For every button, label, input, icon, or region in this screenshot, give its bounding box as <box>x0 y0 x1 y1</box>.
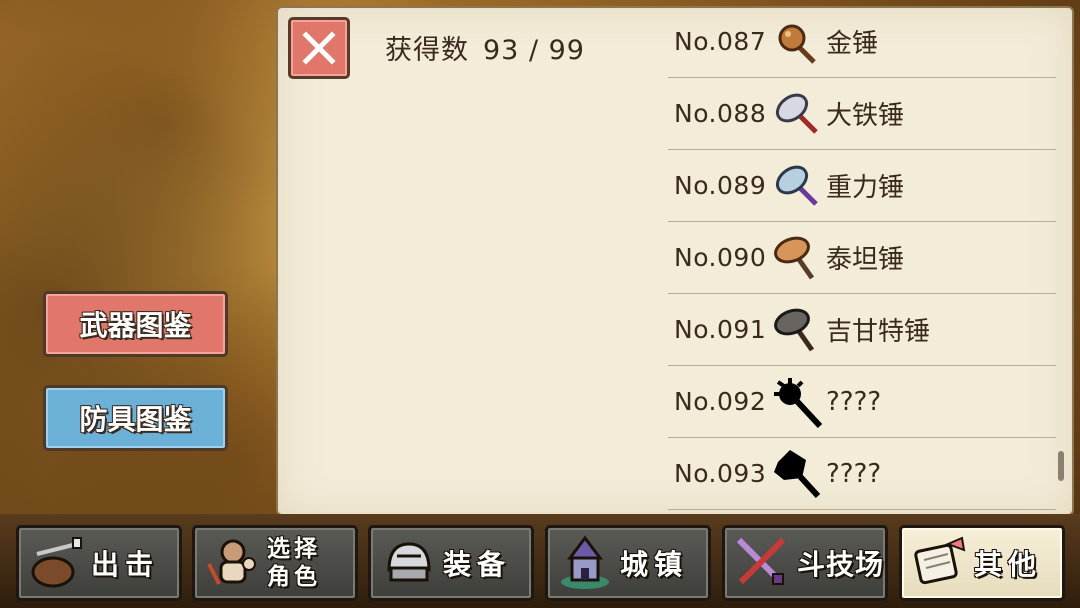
entry-number: No.088 <box>674 99 767 128</box>
list-item[interactable]: No.091 吉甘特锤 <box>668 294 1056 366</box>
entry-name: ???? <box>826 386 882 417</box>
town-castle-icon <box>561 535 609 589</box>
arena-swords-icon <box>736 537 786 585</box>
obtained-count-label: 获得数 <box>385 35 469 66</box>
entry-name: 大铁锤 <box>826 101 905 131</box>
list-item[interactable]: No.092 ???? <box>668 366 1056 438</box>
gold-hammer-icon <box>778 24 816 64</box>
entry-number: No.092 <box>674 387 767 416</box>
nav-character-select-line1: 选择 <box>267 536 321 562</box>
entry-name: ???? <box>826 458 882 489</box>
obtained-count-value: 93 / 99 <box>483 35 585 66</box>
entry-name: 泰坦锤 <box>826 245 905 275</box>
gigant-hammer-icon <box>774 308 815 351</box>
list-item[interactable]: No.090 泰坦锤 <box>668 222 1056 294</box>
entry-number: No.089 <box>674 171 767 200</box>
nav-sortie-button[interactable]: 出击 <box>16 525 182 601</box>
list-item[interactable]: No.089 重力锤 <box>668 150 1056 222</box>
entry-number: No.093 <box>674 459 767 488</box>
entry-number: No.090 <box>674 243 767 272</box>
entry-name: 吉甘特锤 <box>826 317 931 347</box>
entry-number: No.091 <box>674 315 767 344</box>
sortie-pot-icon <box>31 537 82 588</box>
nav-equipment-button[interactable]: 装备 <box>368 525 534 601</box>
nav-town-label: 城镇 <box>620 548 689 581</box>
nav-other-label: 其他 <box>974 548 1043 581</box>
obtained-count: 获得数 93 / 99 <box>385 28 585 67</box>
character-select-icon <box>207 539 256 585</box>
entry-name: 重力锤 <box>826 173 905 203</box>
armor-helmet-icon <box>387 542 431 582</box>
close-button[interactable] <box>288 17 350 79</box>
unknown-silhouette-icon <box>774 377 823 428</box>
titan-hammer-icon <box>774 236 815 279</box>
gravity-hammer-icon <box>775 165 818 206</box>
entry-number: No.087 <box>674 27 767 56</box>
nav-character-select-button[interactable]: 选择 角色 <box>192 525 358 601</box>
nav-equipment-label: 装备 <box>443 548 512 581</box>
nav-arena-label: 斗技场 <box>797 548 885 581</box>
nav-sortie-label: 出击 <box>91 548 160 581</box>
nav-character-select-line2: 角色 <box>267 564 321 590</box>
entry-name: 金锤 <box>826 29 879 59</box>
close-icon <box>302 31 336 65</box>
nav-character-select-label: 选择 角色 <box>267 535 337 591</box>
nav-other-button[interactable]: 其他 <box>899 525 1065 601</box>
weapon-encyclopedia-button[interactable]: 武器图鉴 <box>43 291 228 357</box>
nav-town-button[interactable]: 城镇 <box>545 525 711 601</box>
weapon-list: No.087 金锤 No.088 大铁锤 No.089 重力锤 No.090 泰… <box>668 6 1056 510</box>
list-item[interactable]: No.088 大铁锤 <box>668 78 1056 150</box>
list-scrollbar[interactable] <box>1058 451 1064 481</box>
nav-arena-button[interactable]: 斗技场 <box>722 525 888 601</box>
other-scroll-icon <box>914 536 966 585</box>
unknown-silhouette-icon <box>774 449 821 498</box>
list-item[interactable]: No.087 金锤 <box>668 6 1056 78</box>
big-iron-hammer-icon <box>775 93 818 134</box>
armor-encyclopedia-button[interactable]: 防具图鉴 <box>43 385 228 451</box>
list-item[interactable]: No.093 ???? <box>668 438 1056 510</box>
